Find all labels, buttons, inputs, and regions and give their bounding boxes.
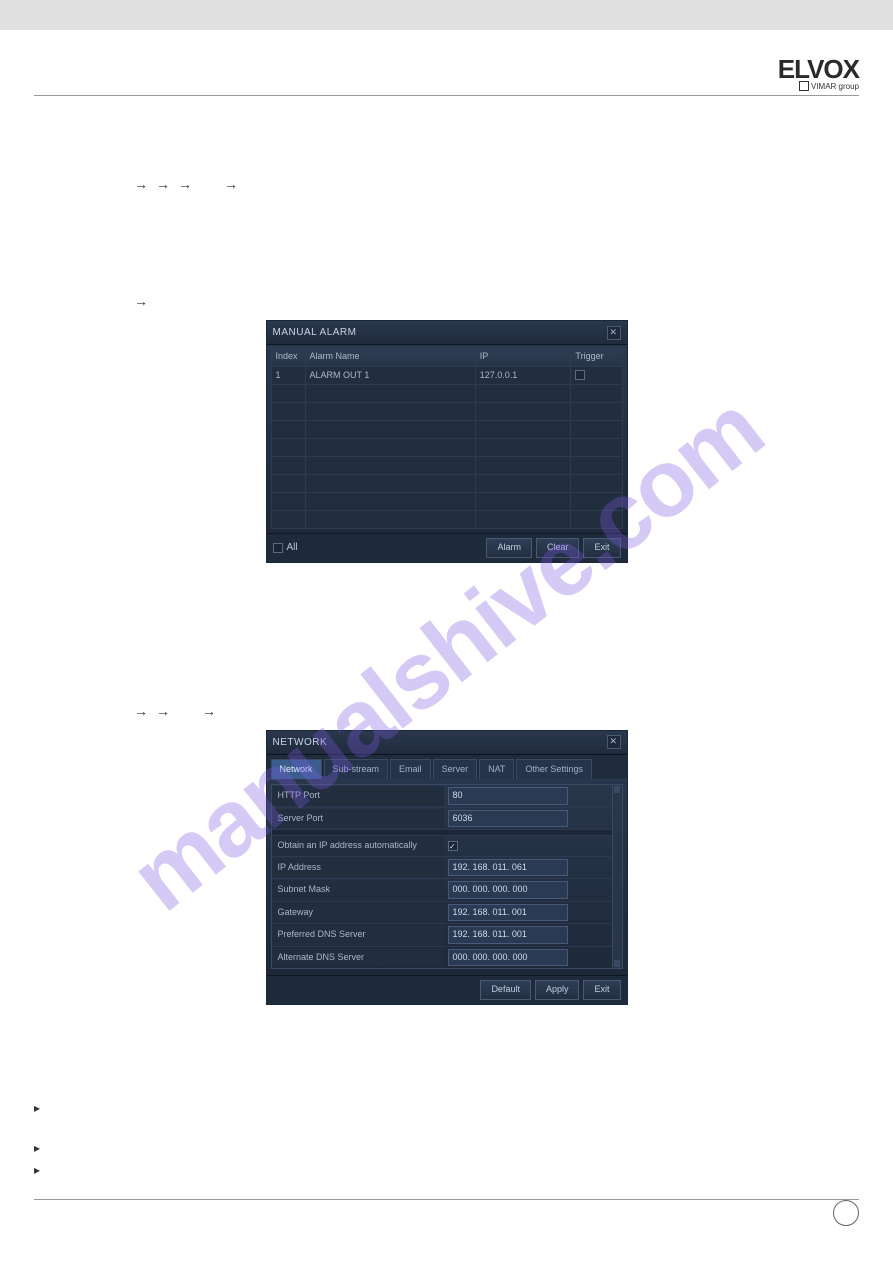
bullet-item: ▸: [34, 1161, 859, 1179]
dialog-title: MANUAL ALARM: [273, 325, 357, 340]
triangle-icon: ▸: [34, 1099, 40, 1117]
table-row: [271, 421, 622, 439]
apply-button[interactable]: Apply: [535, 980, 580, 1000]
tab-server[interactable]: Server: [433, 759, 478, 780]
row-alternate-dns: Alternate DNS Server 000. 000. 000. 000: [272, 947, 612, 969]
alarm-button[interactable]: Alarm: [486, 538, 532, 558]
row-subnet-mask: Subnet Mask 000. 000. 000. 000: [272, 879, 612, 902]
http-port-input[interactable]: 80: [448, 787, 568, 805]
alternate-dns-input[interactable]: 000. 000. 000. 000: [448, 949, 568, 967]
tab-substream[interactable]: Sub-stream: [324, 759, 389, 780]
row-gateway: Gateway 192. 168. 011. 001: [272, 902, 612, 925]
brand-logo: ELVOX VIMAR group: [778, 58, 859, 91]
col-alarm-name: Alarm Name: [305, 348, 475, 367]
all-checkbox[interactable]: [273, 543, 283, 553]
label-http-port: HTTP Port: [272, 786, 444, 806]
tab-strip: Network Sub-stream Email Server NAT Othe…: [267, 755, 627, 781]
footer-rule: [34, 1199, 859, 1200]
label-preferred-dns: Preferred DNS Server: [272, 925, 444, 945]
cell-trigger: [571, 366, 622, 385]
row-ip-address: IP Address 192. 168. 011. 061: [272, 857, 612, 880]
cell-alarm-name: ALARM OUT 1: [305, 366, 475, 385]
label-obtain-auto: Obtain an IP address automatically: [272, 836, 444, 856]
cell-ip: 127.0.0.1: [475, 366, 571, 385]
page: ELVOX VIMAR group manualshive.com → → → …: [0, 30, 893, 1230]
exit-button[interactable]: Exit: [583, 980, 620, 1000]
col-index: Index: [271, 348, 305, 367]
tab-other-settings[interactable]: Other Settings: [516, 759, 592, 780]
tab-network[interactable]: Network: [271, 759, 322, 780]
table-row: [271, 493, 622, 511]
arrow-icon: →: [134, 291, 148, 312]
arrow-icon: →: [134, 174, 148, 195]
label-alternate-dns: Alternate DNS Server: [272, 948, 444, 968]
obtain-auto-checkbox[interactable]: [448, 841, 458, 851]
tab-nat[interactable]: NAT: [479, 759, 514, 780]
bullet-item: ▸: [34, 1099, 859, 1117]
dialog-footer: Default Apply Exit: [267, 975, 627, 1004]
cell-index: 1: [271, 366, 305, 385]
label-server-port: Server Port: [272, 809, 444, 829]
network-body: HTTP Port 80 Server Port 6036 Obtain an …: [267, 780, 627, 975]
network-dialog: NETWORK ✕ Network Sub-stream Email Serve…: [266, 730, 628, 1005]
triangle-icon: ▸: [34, 1139, 40, 1157]
label-gateway: Gateway: [272, 903, 444, 923]
subnet-mask-input[interactable]: 000. 000. 000. 000: [448, 881, 568, 899]
gateway-input[interactable]: 192. 168. 011. 001: [448, 904, 568, 922]
page-header: ELVOX VIMAR group: [34, 40, 859, 96]
tab-email[interactable]: Email: [390, 759, 431, 780]
page-number-circle: [833, 1200, 859, 1226]
col-trigger: Trigger: [571, 348, 622, 367]
table-row[interactable]: 1 ALARM OUT 1 127.0.0.1: [271, 366, 622, 385]
arrow-icon: →: [156, 174, 170, 195]
label-subnet-mask: Subnet Mask: [272, 880, 444, 900]
dialog-footer: All Alarm Clear Exit: [267, 533, 627, 562]
arrow-icon: →: [178, 174, 192, 195]
breadcrumb-3: → → →: [34, 701, 859, 722]
arrow-icon: →: [134, 701, 148, 722]
alarm-grid-wrap: Index Alarm Name IP Trigger 1 ALARM OUT …: [267, 345, 627, 533]
table-row: [271, 511, 622, 529]
dialog-titlebar: NETWORK ✕: [267, 731, 627, 755]
breadcrumb-1: → → → →: [34, 174, 859, 195]
manual-alarm-dialog: MANUAL ALARM ✕ Index Alarm Name IP Trigg…: [266, 320, 628, 563]
table-row: [271, 475, 622, 493]
table-row: [271, 385, 622, 403]
preferred-dns-input[interactable]: 192. 168. 011. 001: [448, 926, 568, 944]
close-icon[interactable]: ✕: [607, 326, 621, 340]
clear-button[interactable]: Clear: [536, 538, 580, 558]
brand-name: ELVOX: [778, 58, 859, 81]
table-row: [271, 457, 622, 475]
default-button[interactable]: Default: [480, 980, 531, 1000]
all-label: All: [287, 540, 298, 555]
label-ip-address: IP Address: [272, 858, 444, 878]
triangle-icon: ▸: [34, 1161, 40, 1179]
arrow-icon: →: [202, 701, 216, 722]
table-row: [271, 403, 622, 421]
dialog-titlebar: MANUAL ALARM ✕: [267, 321, 627, 345]
network-fields: HTTP Port 80 Server Port 6036 Obtain an …: [271, 784, 613, 969]
server-port-input[interactable]: 6036: [448, 810, 568, 828]
arrow-icon: →: [224, 174, 238, 195]
breadcrumb-2: →: [34, 291, 859, 312]
document-top-bar: [0, 0, 893, 30]
table-header-row: Index Alarm Name IP Trigger: [271, 348, 622, 367]
row-preferred-dns: Preferred DNS Server 192. 168. 011. 001: [272, 924, 612, 947]
trigger-checkbox[interactable]: [575, 370, 585, 380]
row-http-port: HTTP Port 80: [272, 785, 612, 808]
alarm-table: Index Alarm Name IP Trigger 1 ALARM OUT …: [271, 347, 623, 529]
row-obtain-auto: Obtain an IP address automatically: [272, 836, 612, 857]
row-server-port: Server Port 6036: [272, 808, 612, 831]
scrollbar[interactable]: [613, 784, 623, 969]
close-icon[interactable]: ✕: [607, 735, 621, 749]
bullet-item: ▸: [34, 1139, 859, 1157]
table-row: [271, 439, 622, 457]
col-ip: IP: [475, 348, 571, 367]
ip-address-input[interactable]: 192. 168. 011. 061: [448, 859, 568, 877]
arrow-icon: →: [156, 701, 170, 722]
exit-button[interactable]: Exit: [583, 538, 620, 558]
page-content: → → → → → MANUAL ALARM ✕ Index Alarm Nam…: [34, 126, 859, 1200]
dialog-title: NETWORK: [273, 735, 328, 750]
